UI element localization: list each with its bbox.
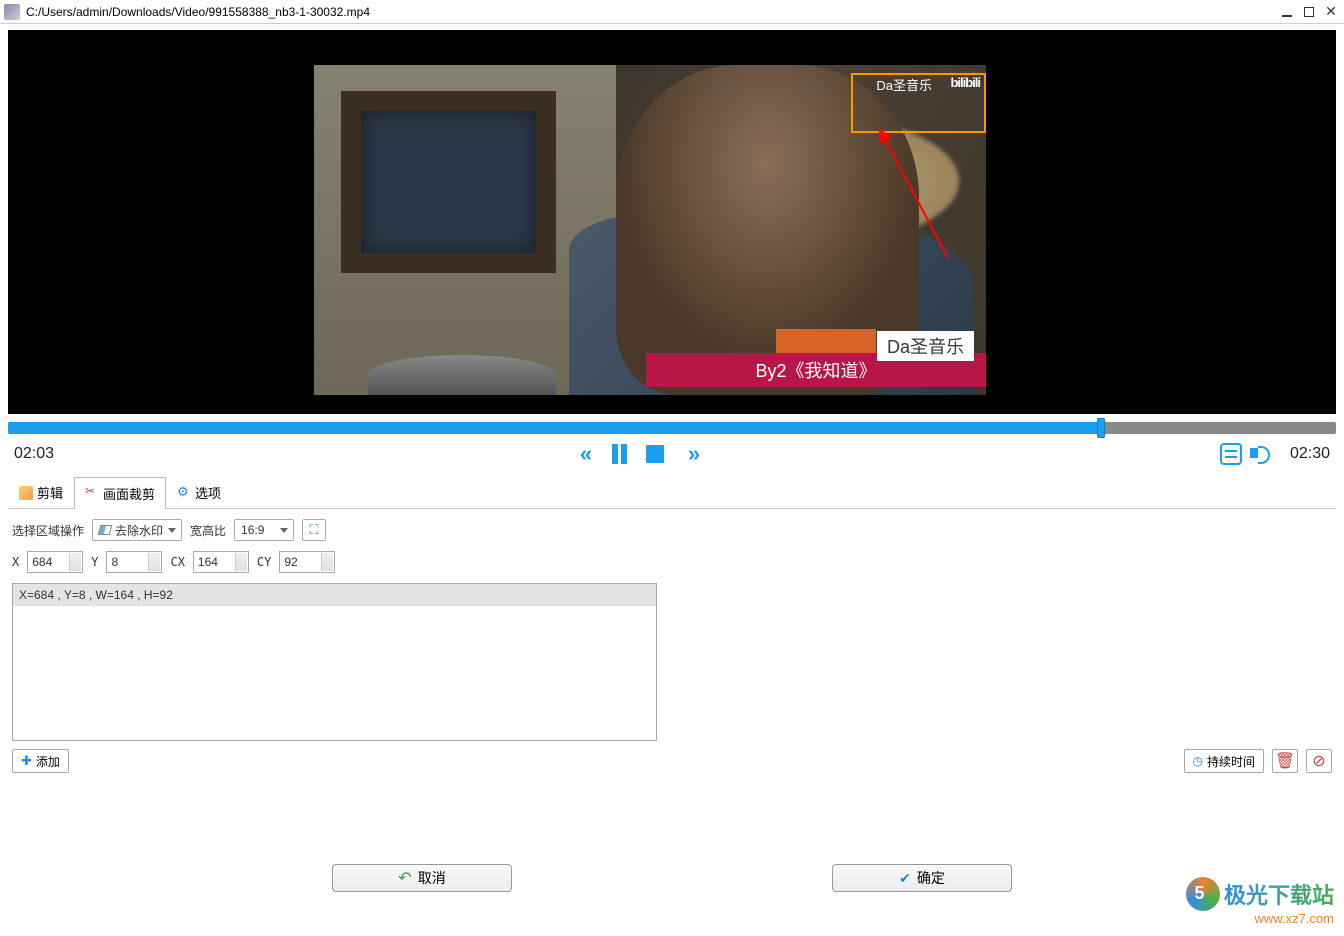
expand-button[interactable]: ⛶: [302, 519, 326, 541]
time-total: 02:30: [1290, 445, 1330, 463]
progress-fill: [8, 422, 1097, 434]
expand-icon: ⛶: [309, 522, 318, 538]
cx-input[interactable]: 164: [193, 551, 249, 573]
check-icon: ✔: [899, 870, 911, 887]
trash-icon: 🗑: [1275, 751, 1295, 771]
forward-button[interactable]: »: [679, 442, 703, 466]
watermark-selection-box[interactable]: Da圣音乐 bilibili: [851, 73, 986, 133]
stop-button[interactable]: [643, 442, 667, 466]
tab-edit[interactable]: 剪辑: [8, 476, 74, 508]
video-caption: Da圣音乐 By2《我知道》: [616, 329, 986, 387]
settings-icon[interactable]: [1220, 443, 1242, 465]
window-title: C:/Users/admin/Downloads/Video/991558388…: [26, 5, 1278, 19]
progress-bar[interactable]: [8, 422, 1336, 434]
cy-input[interactable]: 92: [279, 551, 335, 573]
crop-icon: [85, 487, 99, 501]
duration-button[interactable]: ◷ 持续时间: [1184, 749, 1265, 773]
add-button[interactable]: ✚ 添加: [12, 749, 69, 773]
minimize-button[interactable]: [1278, 4, 1296, 20]
y-label: Y: [91, 555, 98, 569]
clock-icon: ◷: [1193, 754, 1203, 768]
ratio-value: 16:9: [241, 523, 264, 537]
remove-button[interactable]: ⊘: [1306, 749, 1332, 773]
site-watermark: 极光下载站 www.xz7.com: [1186, 877, 1334, 926]
x-label: X: [12, 555, 19, 569]
cy-label: CY: [257, 555, 271, 569]
watermark-brand-text: bilibili: [950, 75, 980, 90]
progress-handle[interactable]: [1097, 418, 1105, 438]
maximize-button[interactable]: [1300, 4, 1318, 20]
area-op-select[interactable]: 去除水印: [92, 519, 182, 541]
pause-button[interactable]: [607, 442, 631, 466]
x-input[interactable]: 684: [27, 551, 83, 573]
rewind-button[interactable]: «: [571, 442, 595, 466]
tab-crop[interactable]: 画面裁剪: [74, 477, 166, 509]
remove-icon: ⊘: [1312, 751, 1325, 771]
tab-options[interactable]: 选项: [166, 476, 232, 508]
cx-label: CX: [170, 555, 184, 569]
y-input[interactable]: 8: [106, 551, 162, 573]
area-op-value: 去除水印: [115, 522, 163, 539]
add-label: 添加: [36, 753, 60, 770]
undo-icon: ↶: [398, 868, 411, 888]
window-controls: ✕: [1278, 4, 1340, 20]
region-list-item[interactable]: X=684 , Y=8 , W=164 , H=92: [13, 584, 656, 606]
edit-icon: [19, 486, 33, 500]
tab-bar: 剪辑 画面裁剪 选项: [8, 476, 1336, 509]
video-preview[interactable]: Da圣音乐 bilibili Da圣音乐 By2《我知道》: [8, 30, 1336, 414]
ratio-select[interactable]: 16:9: [234, 519, 294, 541]
video-frame: Da圣音乐 bilibili Da圣音乐 By2《我知道》: [314, 65, 986, 395]
app-icon: [4, 4, 20, 20]
cancel-label: 取消: [418, 868, 446, 888]
delete-button[interactable]: 🗑: [1272, 749, 1298, 773]
add-icon: ✚: [21, 753, 32, 769]
ok-button[interactable]: ✔ 确定: [832, 864, 1012, 892]
gear-icon: [177, 486, 191, 500]
cancel-button[interactable]: ↶ 取消: [332, 864, 512, 892]
time-current: 02:03: [14, 445, 54, 463]
tab-edit-label: 剪辑: [37, 483, 63, 502]
dialog-buttons: ↶ 取消 ✔ 确定: [0, 864, 1344, 892]
caption-channel: Da圣音乐: [877, 331, 974, 361]
volume-icon[interactable]: [1250, 443, 1272, 465]
titlebar: C:/Users/admin/Downloads/Video/991558388…: [0, 0, 1344, 24]
tab-crop-label: 画面裁剪: [103, 484, 155, 503]
site-url: www.xz7.com: [1186, 911, 1334, 926]
crop-panel: 选择区域操作 去除水印 宽高比 16:9 ⛶ X 684 Y 8 CX 164 …: [0, 509, 1344, 783]
duration-label: 持续时间: [1207, 753, 1255, 770]
playback-controls: 02:03 « » 02:30: [0, 434, 1344, 476]
ok-label: 确定: [917, 868, 945, 888]
close-button[interactable]: ✕: [1322, 4, 1340, 20]
area-op-label: 选择区域操作: [12, 522, 84, 539]
ratio-label: 宽高比: [190, 522, 226, 539]
watermark-channel-text: Da圣音乐: [876, 75, 932, 94]
site-name: 极光下载站: [1224, 878, 1334, 910]
region-list[interactable]: X=684 , Y=8 , W=164 , H=92: [12, 583, 657, 741]
eraser-icon: [98, 525, 113, 535]
tab-options-label: 选项: [195, 483, 221, 502]
site-logo-icon: [1186, 877, 1220, 911]
